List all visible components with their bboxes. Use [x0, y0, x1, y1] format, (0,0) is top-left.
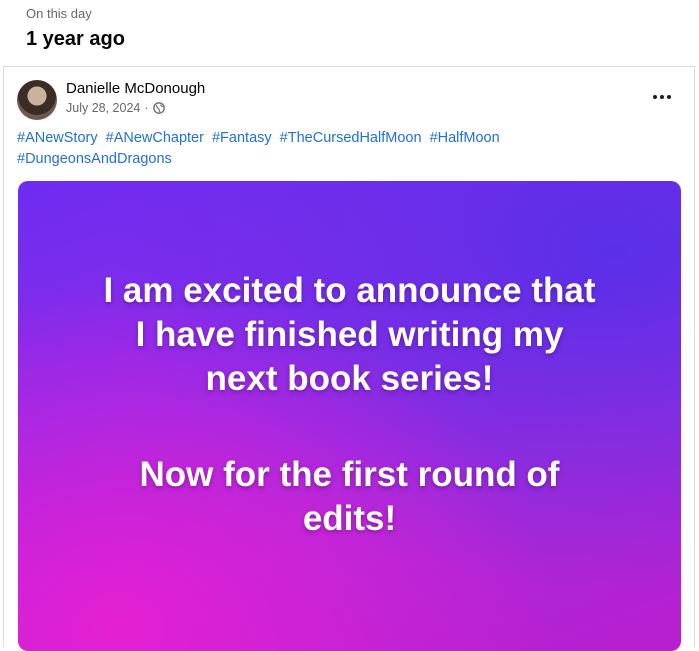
more-dot	[667, 95, 671, 99]
announcement-line: I have finished writing my	[135, 315, 564, 354]
memory-title: 1 year ago	[26, 28, 125, 50]
post-date[interactable]: July 28, 2024	[66, 101, 140, 115]
avatar[interactable]	[17, 80, 57, 120]
edits-line: Now for the first round of	[139, 455, 560, 494]
author-name[interactable]: Danielle McDonough	[66, 80, 205, 97]
more-dot	[660, 95, 664, 99]
hashtag-dungeonsanddragons[interactable]: #DungeonsAndDragons	[17, 151, 172, 167]
globe-icon[interactable]	[152, 102, 165, 114]
hashtag-fantasy[interactable]: #Fantasy	[212, 130, 272, 146]
edits-text: Now for the first round of edits!	[18, 453, 681, 541]
hashtag-anewstory[interactable]: #ANewStory	[17, 130, 98, 146]
more-options-button[interactable]	[644, 85, 680, 109]
post-meta: July 28, 2024 ·	[66, 101, 165, 115]
edits-line: edits!	[302, 499, 397, 538]
announcement-line: I am excited to announce that	[103, 271, 596, 310]
announcement-text: I am excited to announce that I have fin…	[18, 269, 681, 401]
hashtag-halfmoon[interactable]: #HalfMoon	[430, 130, 500, 146]
announcement-line: next book series!	[205, 359, 494, 398]
meta-separator: ·	[144, 101, 149, 115]
more-dot	[653, 95, 657, 99]
hashtag-thecursedhalfmoon[interactable]: #TheCursedHalfMoon	[280, 130, 422, 146]
memory-header: On this day 1 year ago	[0, 0, 699, 64]
hashtags: #ANewStory #ANewChapter #Fantasy #TheCur…	[17, 128, 677, 170]
memory-kicker: On this day	[26, 6, 92, 21]
post-image[interactable]: I am excited to announce that I have fin…	[18, 181, 681, 651]
hashtag-anewchapter[interactable]: #ANewChapter	[106, 130, 204, 146]
post-card: Danielle McDonough July 28, 2024 · #ANew…	[3, 66, 695, 651]
